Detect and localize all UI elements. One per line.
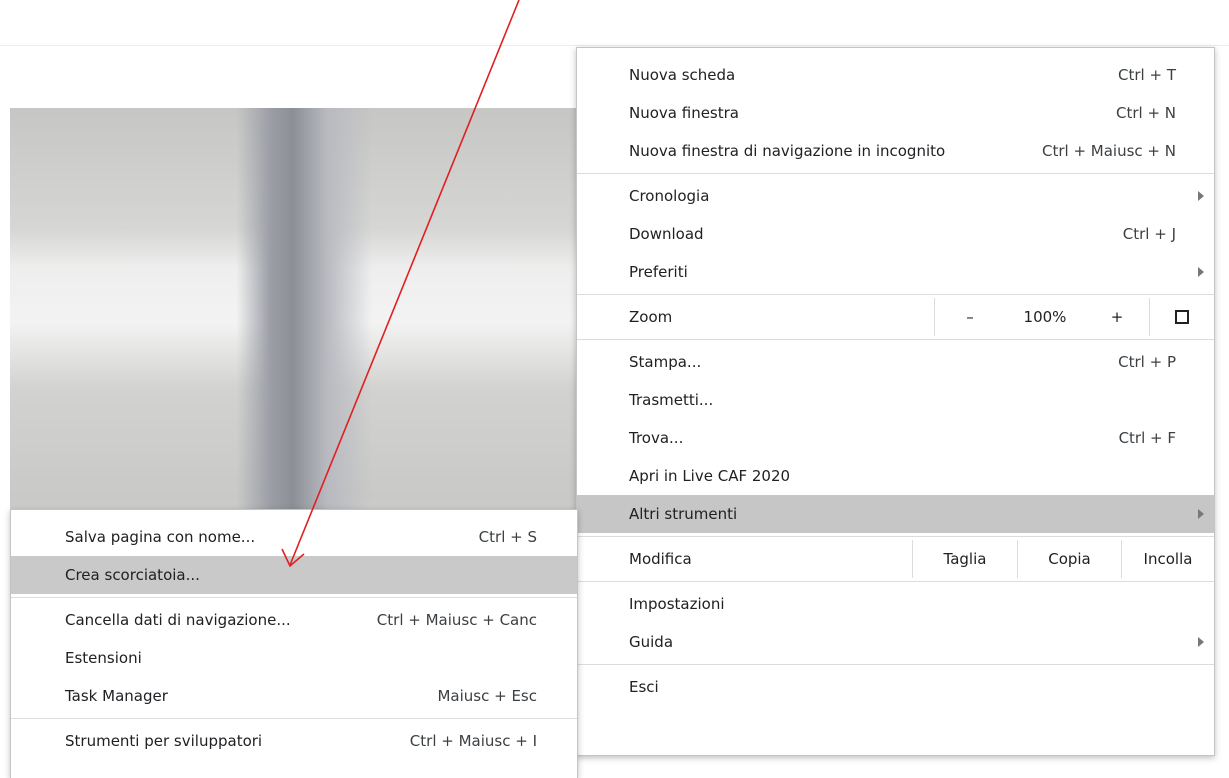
menu-item-label: Task Manager <box>65 687 168 705</box>
menu-item-label: Impostazioni <box>629 595 725 613</box>
menu-item-new-window[interactable]: Nuova finestra Ctrl + N <box>577 94 1214 132</box>
submenu-arrow-icon <box>1198 191 1204 201</box>
menu-item-label: Cancella dati di navigazione... <box>65 611 291 629</box>
zoom-out-button[interactable]: – <box>935 298 1005 336</box>
submenu-item-create-shortcut[interactable]: Crea scorciatoia... <box>11 556 577 594</box>
submenu-arrow-icon <box>1198 509 1204 519</box>
menu-item-bookmarks[interactable]: Preferiti <box>577 253 1214 291</box>
menu-item-label: Cronologia <box>629 187 710 205</box>
fullscreen-button[interactable] <box>1149 298 1214 336</box>
menu-separator <box>577 173 1214 174</box>
menu-item-open-in-app[interactable]: Apri in Live CAF 2020 <box>577 457 1214 495</box>
menu-item-label: Nuova finestra <box>629 104 739 122</box>
menu-separator <box>11 597 577 598</box>
menu-item-shortcut: Maiusc + Esc <box>437 687 537 705</box>
menu-item-label: Trova... <box>629 429 684 447</box>
submenu-arrow-icon <box>1198 267 1204 277</box>
menu-item-label: Stampa... <box>629 353 702 371</box>
more-tools-submenu: Salva pagina con nome... Ctrl + S Crea s… <box>10 509 578 778</box>
menu-item-shortcut: Ctrl + T <box>1118 66 1176 84</box>
zoom-label: Zoom <box>629 308 673 326</box>
menu-separator <box>577 581 1214 582</box>
toolbar-divider <box>0 45 1229 46</box>
submenu-item-extensions[interactable]: Estensioni <box>11 639 577 677</box>
submenu-arrow-icon <box>1198 637 1204 647</box>
menu-item-cast[interactable]: Trasmetti... <box>577 381 1214 419</box>
menu-item-label: Crea scorciatoia... <box>65 566 200 584</box>
menu-item-shortcut: Ctrl + J <box>1122 225 1176 243</box>
menu-item-shortcut: Ctrl + Maiusc + Canc <box>376 611 537 629</box>
copy-button[interactable]: Copia <box>1017 540 1121 578</box>
submenu-item-clear-data[interactable]: Cancella dati di navigazione... Ctrl + M… <box>11 601 577 639</box>
menu-item-shortcut: Ctrl + Maiusc + I <box>409 732 537 750</box>
menu-item-history[interactable]: Cronologia <box>577 177 1214 215</box>
menu-separator <box>577 339 1214 340</box>
menu-separator <box>577 664 1214 665</box>
menu-separator <box>577 536 1214 537</box>
menu-item-label: Preferiti <box>629 263 688 281</box>
menu-item-label: Estensioni <box>65 649 142 667</box>
menu-item-label: Esci <box>629 678 659 696</box>
menu-item-new-tab[interactable]: Nuova scheda Ctrl + T <box>577 56 1214 94</box>
menu-item-settings[interactable]: Impostazioni <box>577 585 1214 623</box>
menu-separator <box>577 294 1214 295</box>
menu-item-shortcut: Ctrl + N <box>1115 104 1176 122</box>
menu-item-label: Altri strumenti <box>629 505 738 523</box>
menu-row-edit: Modifica Taglia Copia Incolla <box>577 540 1214 578</box>
menu-item-downloads[interactable]: Download Ctrl + J <box>577 215 1214 253</box>
menu-item-incognito[interactable]: Nuova finestra di navigazione in incogni… <box>577 132 1214 170</box>
menu-item-shortcut: Ctrl + P <box>1118 353 1176 371</box>
menu-item-shortcut: Ctrl + S <box>478 528 537 546</box>
menu-item-help[interactable]: Guida <box>577 623 1214 661</box>
paste-button[interactable]: Incolla <box>1121 540 1214 578</box>
menu-item-shortcut: Ctrl + F <box>1118 429 1176 447</box>
menu-separator <box>11 718 577 719</box>
menu-item-label: Guida <box>629 633 674 651</box>
menu-item-label: Nuova scheda <box>629 66 736 84</box>
fullscreen-icon <box>1175 310 1189 324</box>
submenu-item-dev-tools[interactable]: Strumenti per sviluppatori Ctrl + Maiusc… <box>11 722 577 760</box>
zoom-in-button[interactable]: + <box>1085 298 1149 336</box>
menu-item-label: Download <box>629 225 704 243</box>
menu-item-print[interactable]: Stampa... Ctrl + P <box>577 343 1214 381</box>
menu-item-exit[interactable]: Esci <box>577 668 1214 706</box>
menu-item-shortcut: Ctrl + Maiusc + N <box>1042 142 1176 160</box>
menu-item-label: Trasmetti... <box>629 391 714 409</box>
edit-label: Modifica <box>629 550 692 568</box>
cut-button[interactable]: Taglia <box>912 540 1017 578</box>
menu-item-label: Strumenti per sviluppatori <box>65 732 263 750</box>
menu-row-zoom: Zoom – 100% + <box>577 298 1214 336</box>
menu-item-label: Salva pagina con nome... <box>65 528 256 546</box>
menu-item-label: Apri in Live CAF 2020 <box>629 467 791 485</box>
submenu-item-save-page[interactable]: Salva pagina con nome... Ctrl + S <box>11 518 577 556</box>
zoom-controls: – 100% + <box>934 298 1149 336</box>
menu-item-more-tools[interactable]: Altri strumenti <box>577 495 1214 533</box>
zoom-level: 100% <box>1023 308 1067 326</box>
menu-item-label: Nuova finestra di navigazione in incogni… <box>629 142 946 160</box>
submenu-item-task-manager[interactable]: Task Manager Maiusc + Esc <box>11 677 577 715</box>
chrome-main-menu: Nuova scheda Ctrl + T Nuova finestra Ctr… <box>576 47 1215 756</box>
menu-item-find[interactable]: Trova... Ctrl + F <box>577 419 1214 457</box>
